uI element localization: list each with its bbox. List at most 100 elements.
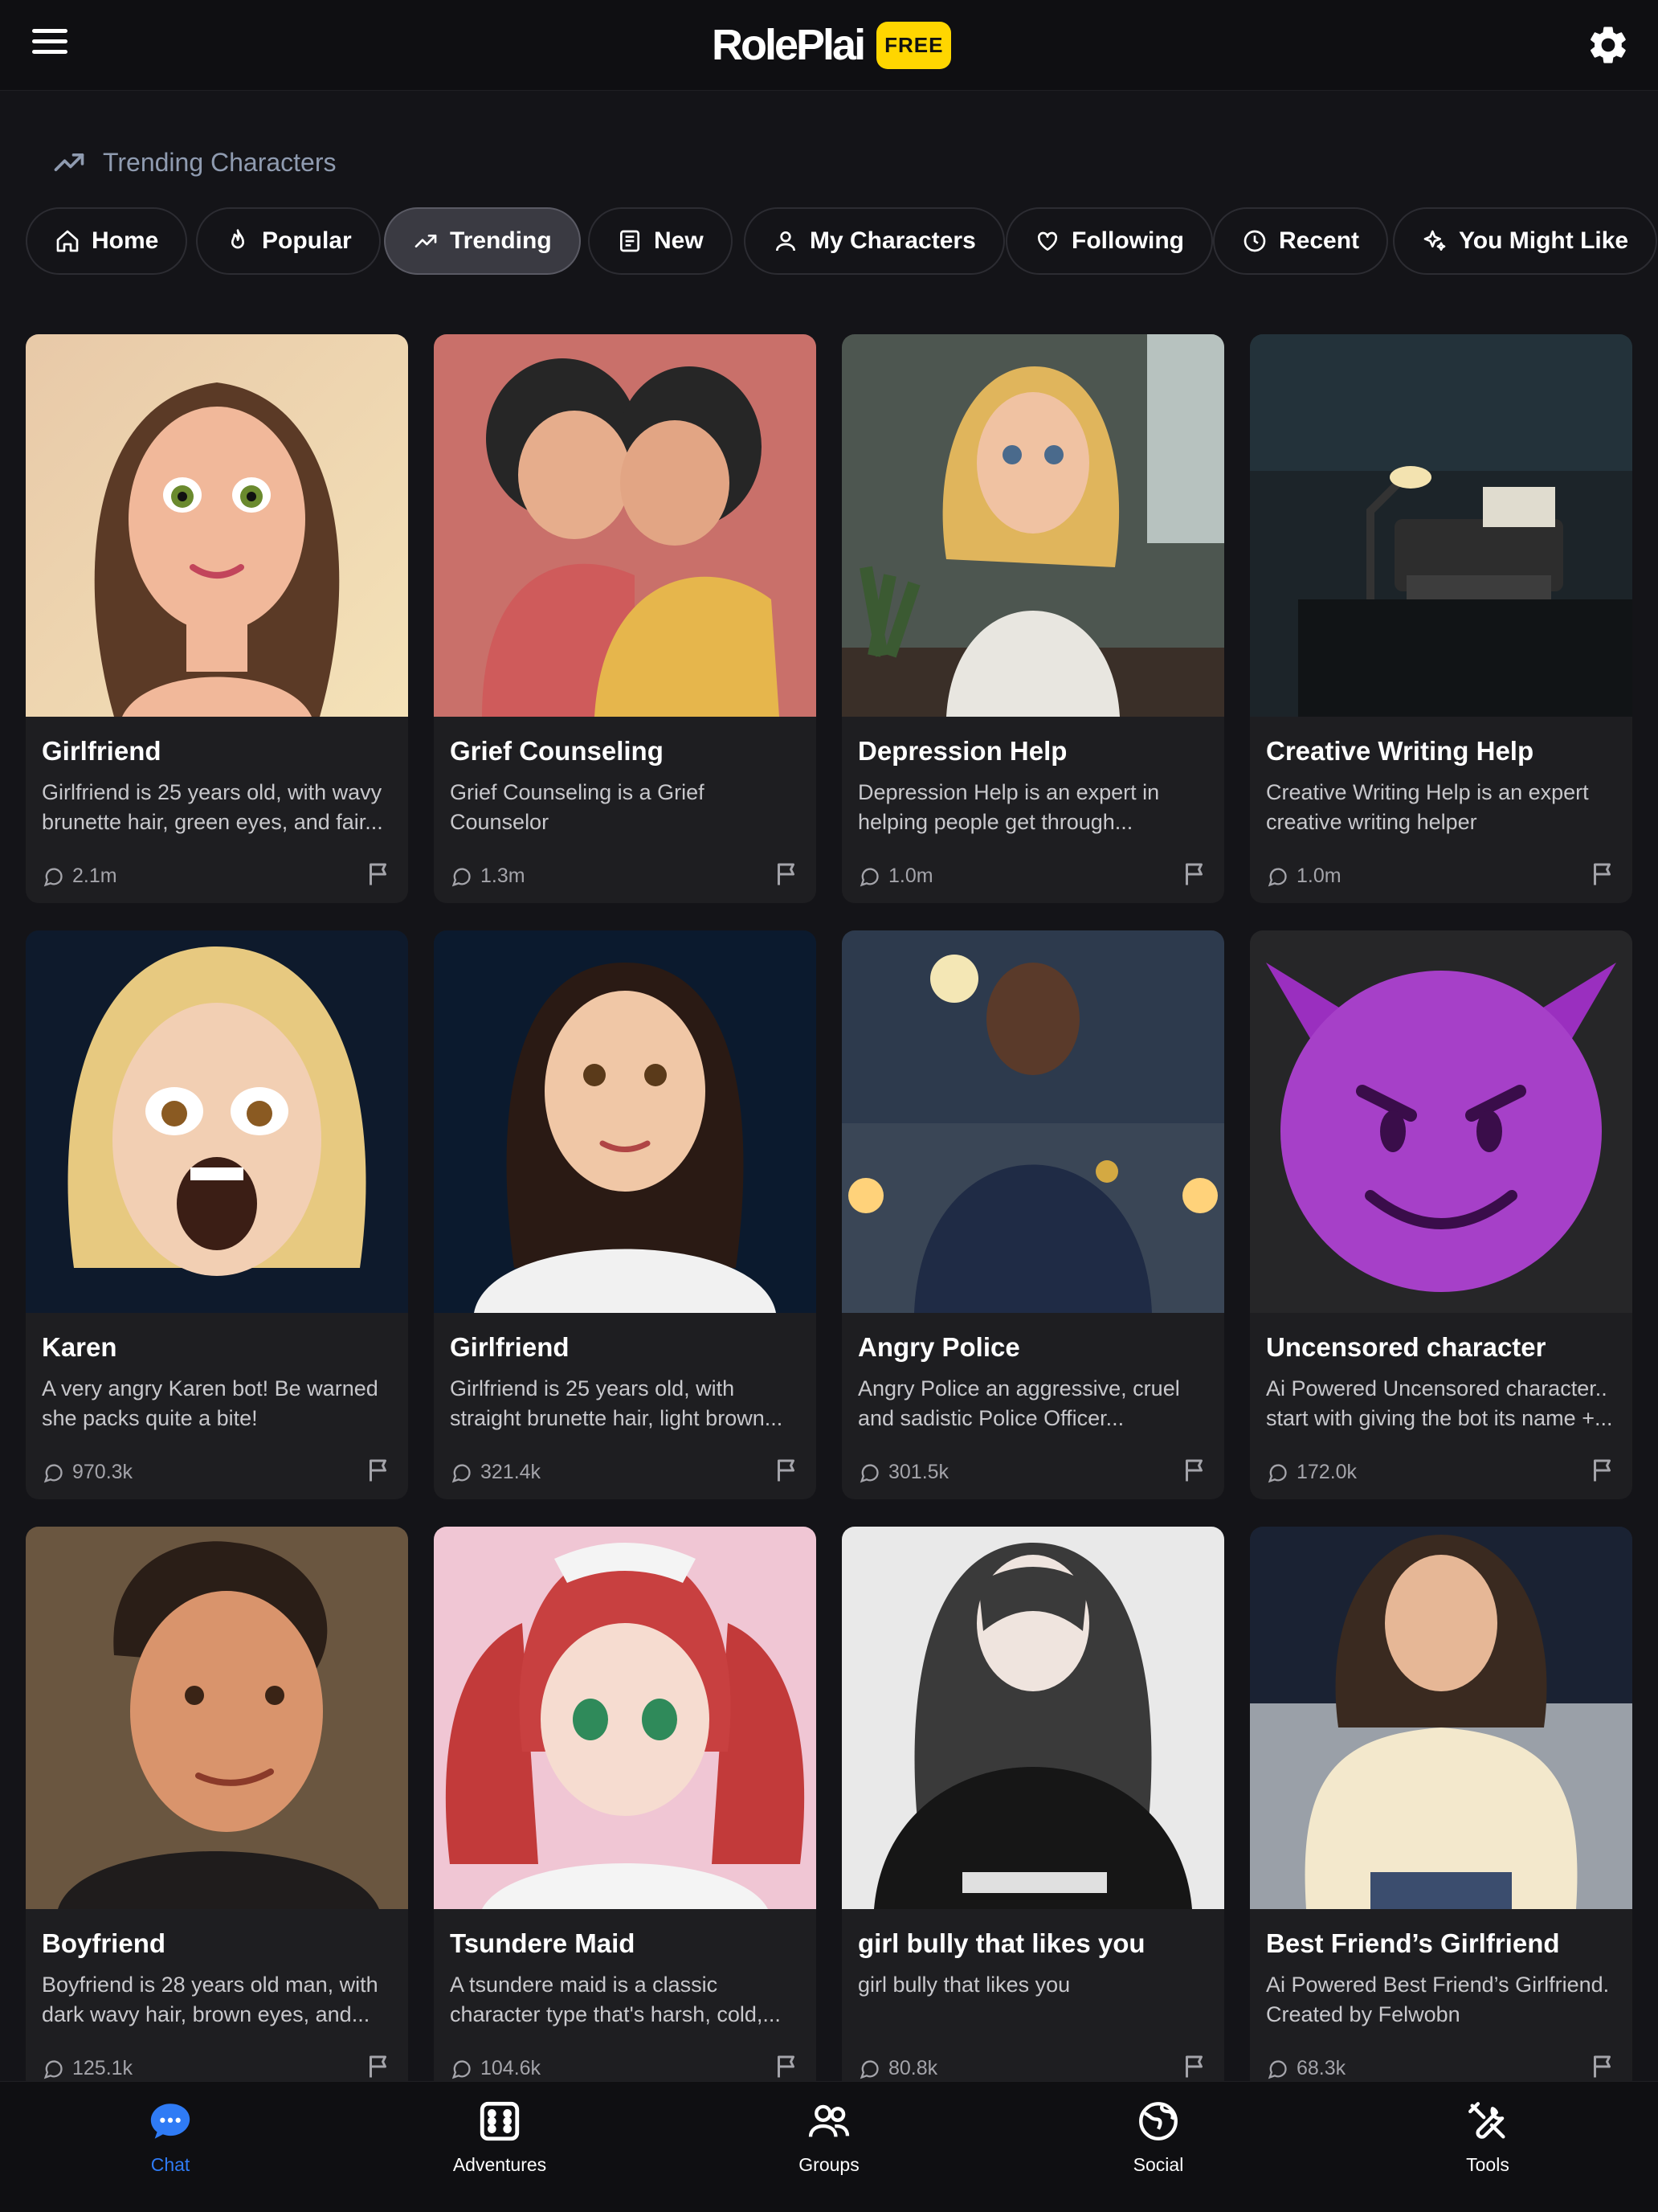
tab-new[interactable]: New [588, 207, 733, 275]
chat-count: 172.0k [1266, 1461, 1357, 1484]
character-card[interactable]: Uncensored character Ai Powered Uncensor… [1250, 930, 1632, 1499]
tab-label: Home [92, 227, 159, 254]
character-card[interactable]: Boyfriend Boyfriend is 28 years old man,… [26, 1527, 408, 2095]
character-image-tsundere-maid [434, 1527, 816, 1909]
tab-label: Popular [262, 227, 352, 254]
card-name: girl bully that likes you [858, 1928, 1145, 1958]
card-name: Boyfriend [42, 1928, 166, 1958]
settings-gear-icon[interactable] [1586, 22, 1631, 67]
character-card[interactable]: Best Friend’s Girlfriend Ai Powered Best… [1250, 1527, 1632, 2095]
bottom-navigation: Chat Adventures Groups Social Tools [0, 2081, 1658, 2212]
card-description: A tsundere maid is a classic character t… [450, 1973, 781, 2026]
character-image-uncensored-character [1250, 930, 1632, 1313]
nav-social[interactable]: Social [1078, 2098, 1239, 2178]
character-card[interactable]: Karen A very angry Karen bot! Be warned … [26, 930, 408, 1499]
character-card[interactable]: Girlfriend Girlfriend is 25 years old, w… [434, 930, 816, 1499]
card-name: Grief Counseling [450, 736, 664, 766]
chat-count-value: 301.5k [888, 1461, 949, 1483]
card-name: Tsundere Maid [450, 1928, 635, 1958]
section-heading: Trending Characters [51, 145, 337, 180]
app-logo[interactable]: RolePlai FREE [712, 18, 952, 72]
card-description: Girlfriend is 25 years old, with wavy br… [42, 780, 383, 834]
report-flag-icon[interactable] [1589, 1456, 1618, 1485]
nav-label: Chat [150, 2154, 190, 2175]
report-flag-icon[interactable] [773, 1456, 802, 1485]
character-card[interactable]: Grief Counseling Grief Counseling is a G… [434, 334, 816, 903]
character-card[interactable]: girl bully that likes you girl bully tha… [842, 1527, 1224, 2095]
report-flag-icon[interactable] [1181, 860, 1210, 889]
card-name: Angry Police [858, 1332, 1020, 1362]
chat-bubble-icon [451, 867, 471, 886]
nav-groups[interactable]: Groups [749, 2098, 909, 2178]
card-name: Best Friend’s Girlfriend [1266, 1928, 1560, 1958]
report-flag-icon[interactable] [1181, 2052, 1210, 2081]
tab-popular[interactable]: Popular [196, 207, 381, 275]
card-description: Ai Powered Uncensored character.. start … [1266, 1376, 1613, 1430]
clock-icon [1244, 230, 1266, 252]
chat-bubble-icon [451, 1463, 471, 1482]
tab-recent[interactable]: Recent [1213, 207, 1389, 275]
character-card[interactable]: Creative Writing Help Creative Writing H… [1250, 334, 1632, 903]
chat-count-value: 2.1m [72, 865, 117, 887]
chat-count-value: 172.0k [1297, 1461, 1358, 1483]
chat-bubble-icon [1268, 2059, 1287, 2079]
report-flag-icon[interactable] [365, 2052, 394, 2081]
hamburger-menu-icon[interactable] [32, 29, 67, 61]
chat-count-value: 970.3k [72, 1461, 133, 1483]
chat-count: 1.3m [450, 865, 525, 888]
character-card[interactable]: Tsundere Maid A tsundere maid is a class… [434, 1527, 816, 2095]
report-flag-icon[interactable] [1181, 1456, 1210, 1485]
tab-you-might-like[interactable]: You Might Like [1393, 207, 1658, 275]
chat-count: 68.3k [1266, 2057, 1346, 2080]
chat-count: 321.4k [450, 1461, 541, 1484]
chat-count: 104.6k [450, 2057, 541, 2080]
heart-icon [1037, 231, 1058, 251]
chat-count: 970.3k [42, 1461, 133, 1484]
card-name: Depression Help [858, 736, 1068, 766]
sparkles-icon [1423, 230, 1446, 251]
report-flag-icon[interactable] [1589, 860, 1618, 889]
chat-count: 1.0m [1266, 865, 1342, 888]
user-icon [776, 231, 795, 251]
tab-label: My Characters [810, 227, 976, 254]
dice-icon [480, 2101, 520, 2141]
free-badge: FREE [876, 21, 952, 69]
chat-bubble-icon [150, 2104, 190, 2139]
chat-bubble-icon [860, 867, 879, 886]
report-flag-icon[interactable] [773, 2052, 802, 2081]
chat-bubble-icon [860, 1463, 879, 1482]
character-image-girl-bully [842, 1527, 1224, 1909]
tab-trending[interactable]: Trending [384, 207, 581, 275]
logo-text: RolePlai [712, 21, 866, 69]
chat-bubble-icon [43, 867, 63, 886]
chat-bubble-icon [1268, 1463, 1287, 1482]
nav-tools[interactable]: Tools [1407, 2098, 1568, 2178]
chat-count-value: 104.6k [480, 2057, 541, 2079]
section-title: Trending Characters [103, 147, 337, 177]
chat-count: 80.8k [858, 2057, 937, 2080]
tab-my-characters[interactable]: My Characters [744, 207, 1005, 275]
report-flag-icon[interactable] [365, 1456, 394, 1485]
character-card[interactable]: Depression Help Depression Help is an ex… [842, 334, 1224, 903]
chat-count: 1.0m [858, 865, 933, 888]
nav-adventures[interactable]: Adventures [419, 2098, 580, 2178]
card-description: Creative Writing Help is an expert creat… [1266, 780, 1589, 834]
character-card[interactable]: Angry Police Angry Police an aggressive,… [842, 930, 1224, 1499]
character-card[interactable]: Girlfriend Girlfriend is 25 years old, w… [26, 334, 408, 903]
chat-count-value: 1.3m [480, 865, 525, 887]
top-bar: RolePlai FREE [0, 0, 1658, 91]
chat-count-value: 68.3k [1297, 2057, 1346, 2079]
tab-home[interactable]: Home [26, 207, 188, 275]
tab-label: Recent [1279, 227, 1360, 254]
chat-bubble-icon [43, 2059, 63, 2079]
trending-icon [414, 235, 437, 247]
tab-label: New [654, 227, 704, 254]
tab-following[interactable]: Following [1006, 207, 1213, 275]
card-description: Ai Powered Best Friend’s Girlfriend. Cre… [1266, 1973, 1610, 2026]
chat-count: 301.5k [858, 1461, 949, 1484]
report-flag-icon[interactable] [773, 860, 802, 889]
tab-label: Following [1072, 227, 1184, 254]
report-flag-icon[interactable] [1589, 2052, 1618, 2081]
nav-chat[interactable]: Chat [90, 2098, 251, 2178]
report-flag-icon[interactable] [365, 860, 394, 889]
